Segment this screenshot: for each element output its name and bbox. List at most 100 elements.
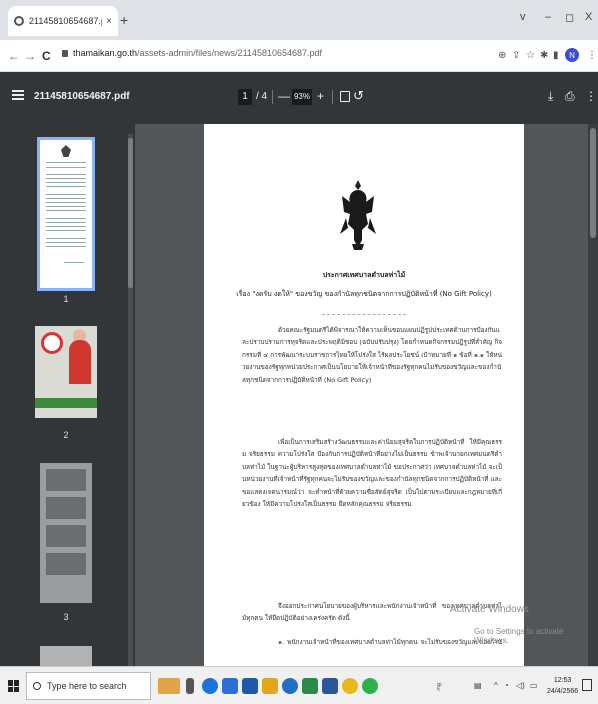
keyboard-icon[interactable]: ▤ — [474, 681, 482, 690]
thumb-text-line — [46, 238, 86, 239]
url-field[interactable]: thamaikan.go.th/assets-admin/files/news/… — [62, 48, 322, 58]
thumb-text-line — [46, 218, 86, 219]
mail-icon[interactable] — [242, 678, 258, 694]
taskbar-clock[interactable]: 12:53 24/4/2566 — [547, 675, 578, 697]
ie-icon[interactable] — [282, 678, 298, 694]
download-button[interactable]: ⤓ — [548, 89, 553, 104]
sidebar-scrollbar[interactable] — [128, 134, 133, 666]
person-icon[interactable]: ꀏ — [436, 681, 442, 692]
tab-title: 21145810654687.pdf — [29, 16, 102, 26]
browser-tab-bar: 21145810654687.pdf × + v – ◻ X — [0, 0, 598, 40]
close-window-button[interactable]: X — [585, 11, 592, 23]
word-icon[interactable] — [322, 678, 338, 694]
sidebar-menu-icon[interactable] — [12, 90, 24, 100]
minimize-button[interactable]: – — [545, 11, 551, 23]
tab-search-button[interactable]: v — [520, 11, 526, 23]
thumb-photo — [46, 553, 86, 575]
chrome-icon[interactable] — [342, 678, 358, 694]
network-icon[interactable]: ◔ — [504, 681, 509, 690]
side-panel-icon[interactable]: ▮ — [553, 50, 559, 61]
address-bar-row: ← → C thamaikan.go.th/assets-admin/files… — [0, 40, 598, 72]
profile-avatar[interactable]: N — [565, 48, 579, 62]
search-icon — [33, 682, 41, 690]
reload-button[interactable]: C — [42, 49, 51, 63]
thumb-text-line — [46, 242, 86, 243]
thumb-banner — [35, 398, 97, 408]
toolbar-divider — [332, 90, 333, 104]
thumb-text-line — [46, 202, 86, 203]
store-icon[interactable] — [222, 678, 238, 694]
forward-button[interactable]: → — [24, 49, 36, 63]
fit-page-icon[interactable] — [340, 91, 350, 102]
paragraph-1-text: ด้วยคณะรัฐมนตรีได้พิจารณาให้ความเห็นชอบแ… — [242, 326, 502, 384]
page-total: / 4 — [256, 91, 268, 102]
extensions-icon[interactable]: ✱ — [540, 50, 548, 61]
paragraph-1: ด้วยคณะรัฐมนตรีได้พิจารณาให้ความเห็นชอบแ… — [242, 324, 502, 424]
battery-icon[interactable]: ▭ — [530, 681, 538, 690]
viewer-scroll-thumb[interactable] — [590, 128, 596, 238]
back-button[interactable]: ← — [8, 49, 20, 63]
pdf-page: ประกาศเทศบาลตำบลท่าไม้ เรื่อง "งดรับ งดใ… — [204, 124, 524, 666]
thumb-text-line — [46, 230, 86, 231]
viewer-scrollbar[interactable] — [588, 124, 598, 666]
page-number-input[interactable]: 1 — [238, 89, 252, 105]
thumb-text-line — [46, 186, 86, 187]
zoom-in-button[interactable]: + — [317, 89, 324, 103]
activate-windows-watermark: Activate Windows — [450, 604, 529, 615]
rotate-button[interactable]: ↺ — [353, 88, 364, 104]
tray-overflow-icon[interactable]: ^ — [494, 681, 498, 690]
thumb-text-line — [46, 210, 86, 211]
share-icon[interactable]: ⇪ — [512, 50, 520, 61]
no-gift-sign-icon — [41, 332, 63, 354]
thumb-photo — [46, 497, 86, 519]
edge-icon[interactable] — [202, 678, 218, 694]
zoom-icon[interactable]: ⊕ — [498, 50, 506, 61]
thumb-text-line — [46, 167, 86, 168]
thumbnail-label-3: 3 — [63, 612, 69, 622]
document-subject: เรื่อง "งดรับ งดให้" ของขวัญ ของกำนัลทุก… — [236, 290, 492, 298]
paragraph-4: ๑. พนักงานเจ้าหน้าที่ของเทศบาลตำบลท่าไม้… — [242, 636, 502, 650]
thumb-text-line — [46, 198, 86, 199]
browser-tab[interactable]: 21145810654687.pdf × — [8, 6, 118, 36]
clock-date: 24/4/2566 — [547, 688, 579, 695]
tab-close-button[interactable]: × — [106, 16, 112, 27]
thumb-text-line — [46, 206, 86, 207]
notification-icon[interactable] — [582, 679, 592, 691]
thumb-text-line — [46, 178, 86, 179]
browser-menu-icon[interactable]: ⋮ — [587, 50, 597, 61]
url-path: /assets-admin/files/news/21145810654687.… — [137, 48, 323, 58]
new-tab-button[interactable]: + — [120, 12, 128, 28]
sidebar-scroll-thumb[interactable] — [128, 138, 133, 288]
divider-line — [322, 314, 406, 315]
document-title: ประกาศเทศบาลตำบลท่าไม้ — [322, 271, 406, 279]
person-figure — [69, 340, 91, 384]
taskbar-search-box[interactable]: Type here to search — [26, 672, 151, 700]
volume-icon[interactable]: ◁) — [516, 681, 525, 690]
zoom-level-input[interactable]: 93% — [292, 89, 312, 105]
page-thumbnail-3[interactable] — [40, 463, 92, 603]
windows-taskbar: Type here to search ꀏ ▤ ^ ◔ ◁) ▭ 12:53 2… — [0, 666, 598, 704]
paragraph-4-text: ๑. พนักงานเจ้าหน้าที่ของเทศบาลตำบลท่าไม้… — [278, 638, 502, 646]
thumbnail-label-1: 1 — [63, 294, 69, 304]
paragraph-2: เพื่อเป็นการเสริมสร้างวัฒนธรรมและค่านิยม… — [242, 436, 502, 612]
thumb-text-line — [46, 182, 86, 183]
taskbar-weather-icon[interactable] — [158, 678, 180, 694]
thumb-text-line — [46, 246, 86, 247]
excel-icon[interactable] — [302, 678, 318, 694]
task-view-icon[interactable] — [186, 678, 194, 694]
restore-button[interactable]: ◻ — [565, 11, 574, 24]
thumb-text-line — [46, 194, 86, 195]
windows-start-icon[interactable] — [8, 680, 20, 692]
page-thumbnail-2[interactable] — [35, 326, 97, 418]
page-thumbnail-1[interactable] — [37, 137, 95, 291]
file-explorer-icon[interactable] — [262, 678, 278, 694]
activate-windows-hint: Go to Settings to activate Windows. — [474, 627, 564, 645]
more-actions-button[interactable]: ⋮ — [585, 89, 597, 103]
thumb-text-line — [46, 226, 86, 227]
page-thumbnail-4[interactable] — [40, 646, 92, 666]
line-app-icon[interactable] — [362, 678, 378, 694]
zoom-out-button[interactable]: — — [278, 89, 290, 103]
bookmark-star-icon[interactable]: ☆ — [526, 50, 535, 61]
print-button[interactable]: ⎙ — [565, 89, 575, 104]
search-placeholder: Type here to search — [47, 681, 127, 691]
